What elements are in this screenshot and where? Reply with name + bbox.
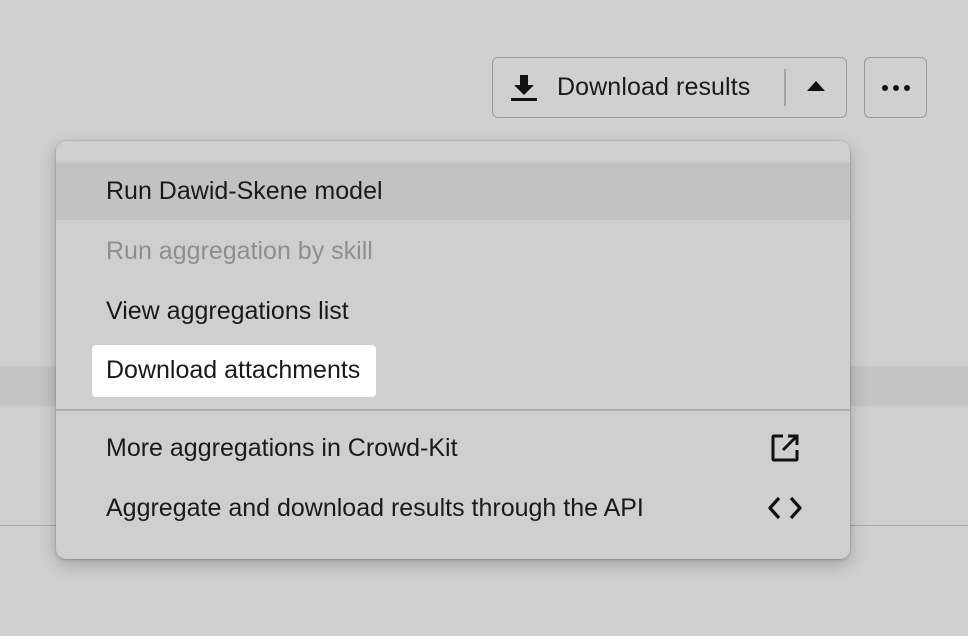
menu-link-label: More aggregations in Crowd-Kit [106, 433, 458, 462]
menu-item-label: View aggregations list [106, 296, 349, 325]
download-menu: Run Dawid-Skene model Run aggregation by… [56, 141, 850, 559]
download-results-split-button: Download results [492, 57, 847, 118]
menu-item-run-aggregation-by-skill: Run aggregation by skill [56, 222, 850, 280]
download-menu-toggle[interactable] [786, 58, 847, 117]
download-results-button[interactable]: Download results [493, 58, 784, 117]
download-results-label: Download results [557, 73, 751, 101]
menu-item-label: Run Dawid-Skene model [106, 176, 383, 205]
more-actions-button[interactable] [864, 57, 927, 118]
ellipsis-icon [881, 79, 911, 97]
menu-item-run-dawid-skene[interactable]: Run Dawid-Skene model [56, 162, 850, 220]
menu-separator [56, 409, 850, 411]
external-link-icon [768, 431, 802, 465]
menu-item-label: Run aggregation by skill [106, 236, 373, 265]
menu-link-label: Aggregate and download results through t… [106, 493, 644, 522]
menu-link-api[interactable]: Aggregate and download results through t… [56, 479, 850, 537]
download-icon [510, 73, 538, 103]
code-icon [768, 491, 802, 525]
menu-item-view-aggregations-list[interactable]: View aggregations list [56, 282, 850, 340]
menu-item-download-attachments[interactable]: Download attachments [56, 342, 850, 400]
menu-link-crowd-kit[interactable]: More aggregations in Crowd-Kit [56, 419, 850, 477]
menu-item-label: Download attachments [92, 345, 377, 397]
caret-up-icon [806, 79, 826, 97]
